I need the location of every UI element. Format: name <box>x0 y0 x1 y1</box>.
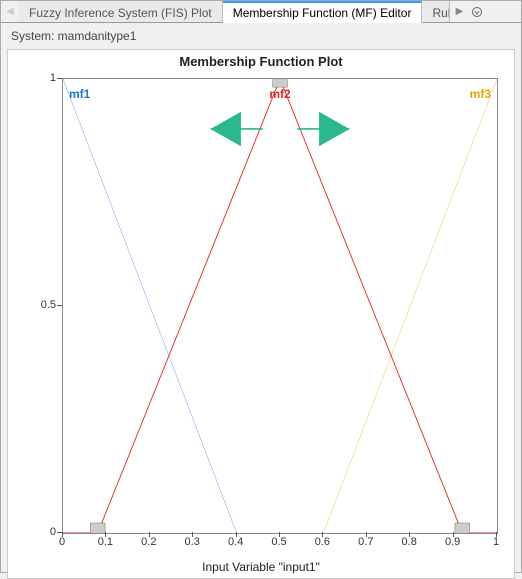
x-tick-label: 1 <box>493 536 499 548</box>
tab-mf-editor[interactable]: Membership Function (MF) Editor <box>223 1 423 23</box>
x-tick-label: 0.5 <box>271 536 286 548</box>
y-tick-label: 0.5 <box>41 299 56 311</box>
mf2-line[interactable] <box>63 79 497 533</box>
x-tick-label: 0.2 <box>141 536 156 548</box>
mf2-handle-right[interactable] <box>455 523 470 533</box>
y-tick-label: 1 <box>50 72 56 84</box>
x-tick-label: 0.6 <box>315 536 330 548</box>
tab-next-button[interactable]: ▶ <box>450 1 468 22</box>
tab-list-button[interactable] <box>468 1 486 22</box>
y-tick-label: 0 <box>50 526 56 538</box>
x-tick-label: 0.8 <box>402 536 417 548</box>
x-tick-label: 0 <box>59 536 65 548</box>
mf2-handle-peak[interactable] <box>273 79 288 87</box>
plot-svg[interactable] <box>63 79 497 533</box>
x-tick-label: 0.9 <box>445 536 460 548</box>
plot-title: Membership Function Plot <box>8 50 514 69</box>
plot-container: Membership Function Plot Degree of Membe… <box>7 49 515 579</box>
mf3-line[interactable] <box>323 79 497 533</box>
tab-bar: ◀ Fuzzy Inference System (FIS) Plot Memb… <box>1 1 521 23</box>
x-tick-label: 0.7 <box>358 536 373 548</box>
x-tick-label: 0.1 <box>98 536 113 548</box>
tab-fis-plot[interactable]: Fuzzy Inference System (FIS) Plot <box>19 1 223 22</box>
tab-prev-button[interactable]: ◀ <box>1 1 19 22</box>
mf2-handle-left[interactable] <box>90 523 105 533</box>
x-axis-label: Input Variable "input1" <box>8 560 514 574</box>
plot-area[interactable]: mf1 mf2 mf3 <box>62 78 498 534</box>
tab-rule-editor[interactable]: Rul <box>422 1 450 22</box>
x-tick-label: 0.3 <box>185 536 200 548</box>
mf1-line[interactable] <box>63 79 237 533</box>
x-tick-label: 0.4 <box>228 536 243 548</box>
system-info-label: System: mamdanitype1 <box>1 23 521 47</box>
